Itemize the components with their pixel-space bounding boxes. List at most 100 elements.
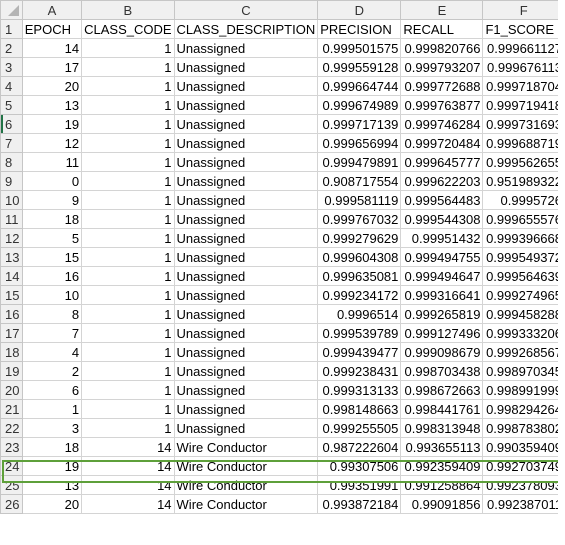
cell[interactable]: 0.992387011	[482, 494, 565, 514]
cell[interactable]: 1	[81, 114, 175, 134]
cell[interactable]: Unassigned	[173, 342, 319, 362]
row-header[interactable]: 8	[0, 152, 23, 172]
row-header[interactable]: 23	[0, 437, 23, 457]
cell[interactable]: 10	[21, 285, 83, 305]
select-all-button[interactable]	[0, 0, 23, 20]
cell[interactable]: Unassigned	[173, 133, 319, 153]
header-cell[interactable]: PRECISION	[317, 19, 402, 39]
cell[interactable]: 0.999279629	[317, 228, 402, 248]
cell[interactable]: 0.998703438	[400, 361, 484, 381]
row-header[interactable]: 17	[0, 323, 23, 343]
row-header[interactable]: 4	[0, 76, 23, 96]
row-header[interactable]: 2	[0, 38, 23, 58]
cell[interactable]: 0.999562655	[482, 152, 565, 172]
cell[interactable]: 13	[21, 475, 83, 495]
cell[interactable]: 14	[81, 494, 175, 514]
cell[interactable]: 0.9996514	[317, 304, 402, 324]
cell[interactable]: 18	[21, 437, 83, 457]
cell[interactable]: 1	[81, 399, 175, 419]
cell[interactable]: 1	[81, 323, 175, 343]
cell[interactable]: Wire Conductor	[173, 456, 319, 476]
cell[interactable]: Unassigned	[173, 266, 319, 286]
row-header[interactable]: 20	[0, 380, 23, 400]
cell[interactable]: 0.999820766	[400, 38, 484, 58]
cell[interactable]: 3	[21, 418, 83, 438]
column-header-C[interactable]: C	[173, 0, 319, 20]
cell[interactable]: 0.99351991	[317, 475, 402, 495]
cell[interactable]: 1	[21, 399, 83, 419]
cell[interactable]: 0.999635081	[317, 266, 402, 286]
cell[interactable]: 1	[81, 361, 175, 381]
cell[interactable]: 18	[21, 209, 83, 229]
cell[interactable]: Unassigned	[173, 399, 319, 419]
cell[interactable]: 0.991258864	[400, 475, 484, 495]
cell[interactable]: Unassigned	[173, 114, 319, 134]
row-header[interactable]: 19	[0, 361, 23, 381]
cell[interactable]: 14	[81, 437, 175, 457]
cell[interactable]: 0.999238431	[317, 361, 402, 381]
cell[interactable]: 0.999544308	[400, 209, 484, 229]
cell[interactable]: 1	[81, 285, 175, 305]
cell[interactable]: 0.999656994	[317, 133, 402, 153]
cell[interactable]: 0.999622203	[400, 171, 484, 191]
cell[interactable]: 0.987222604	[317, 437, 402, 457]
cell[interactable]: 0.999265819	[400, 304, 484, 324]
cell[interactable]: 0.998672663	[400, 380, 484, 400]
cell[interactable]: 0.9995726	[482, 190, 565, 210]
cell[interactable]: 1	[81, 304, 175, 324]
cell[interactable]: 0.998148663	[317, 399, 402, 419]
cell[interactable]: 16	[21, 266, 83, 286]
cell[interactable]: 0.999549372	[482, 247, 565, 267]
cell[interactable]: 1	[81, 190, 175, 210]
cell[interactable]: 0.999655576	[482, 209, 565, 229]
cell[interactable]: 0.999274965	[482, 285, 565, 305]
row-header[interactable]: 24	[0, 456, 23, 476]
row-header[interactable]: 14	[0, 266, 23, 286]
cell[interactable]: 0.999688719	[482, 133, 565, 153]
cell[interactable]: 0.999268567	[482, 342, 565, 362]
cell[interactable]: 0.999645777	[400, 152, 484, 172]
row-header[interactable]: 3	[0, 57, 23, 77]
row-header[interactable]: 18	[0, 342, 23, 362]
row-header[interactable]: 6	[0, 114, 23, 134]
cell[interactable]: Unassigned	[173, 152, 319, 172]
cell[interactable]: 0.999316641	[400, 285, 484, 305]
cell[interactable]: 19	[21, 456, 83, 476]
cell[interactable]: 0.999439477	[317, 342, 402, 362]
cell[interactable]: 0.998294264	[482, 399, 565, 419]
cell[interactable]: 1	[81, 152, 175, 172]
cell[interactable]: 0.999313133	[317, 380, 402, 400]
cell[interactable]: Unassigned	[173, 361, 319, 381]
header-cell[interactable]: F1_SCORE	[482, 19, 565, 39]
column-header-A[interactable]: A	[21, 0, 83, 20]
cell[interactable]: 0.99307506	[317, 456, 402, 476]
cell[interactable]: 0.999604308	[317, 247, 402, 267]
row-header[interactable]: 13	[0, 247, 23, 267]
cell[interactable]: 11	[21, 152, 83, 172]
cell[interactable]: 1	[81, 342, 175, 362]
cell[interactable]: 19	[21, 114, 83, 134]
cell[interactable]: 0.999255505	[317, 418, 402, 438]
cell[interactable]: 0.999719418	[482, 95, 565, 115]
cell[interactable]: 12	[21, 133, 83, 153]
cell[interactable]: 1	[81, 57, 175, 77]
row-header[interactable]: 25	[0, 475, 23, 495]
cell[interactable]: Unassigned	[173, 285, 319, 305]
cell[interactable]: 1	[81, 171, 175, 191]
cell[interactable]: Wire Conductor	[173, 437, 319, 457]
cell[interactable]: 0.999494647	[400, 266, 484, 286]
cell[interactable]: Unassigned	[173, 304, 319, 324]
cell[interactable]: 0.999676113	[482, 57, 565, 77]
cell[interactable]: 0.999581119	[317, 190, 402, 210]
row-header[interactable]: 7	[0, 133, 23, 153]
cell[interactable]: 0.998441761	[400, 399, 484, 419]
cell[interactable]: 0.999333206	[482, 323, 565, 343]
cell[interactable]: 2	[21, 361, 83, 381]
cell[interactable]: 0.999564639	[482, 266, 565, 286]
cell[interactable]: 0.993872184	[317, 494, 402, 514]
cell[interactable]: 0.999098679	[400, 342, 484, 362]
cell[interactable]: Unassigned	[173, 76, 319, 96]
cell[interactable]: 1	[81, 95, 175, 115]
column-header-B[interactable]: B	[81, 0, 175, 20]
row-header[interactable]: 9	[0, 171, 23, 191]
